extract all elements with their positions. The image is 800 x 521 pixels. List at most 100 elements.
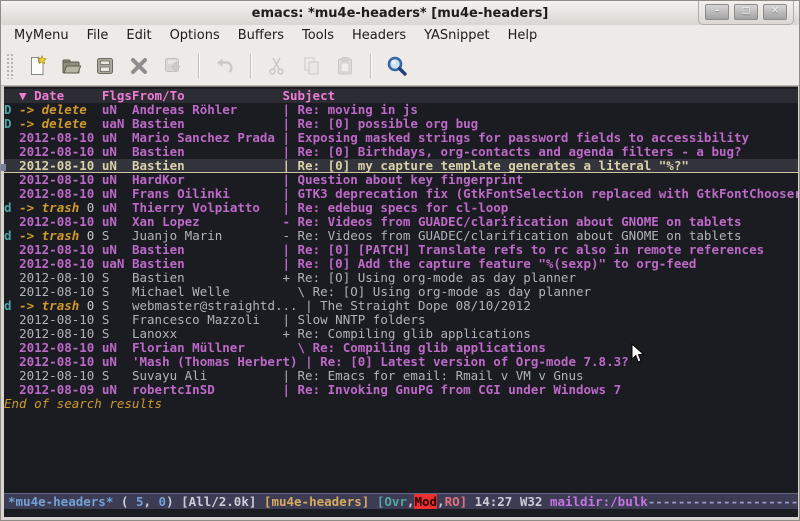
- message-row[interactable]: 2012-08-10 S Francesco Mazzoli | Slow NN…: [4, 313, 798, 327]
- flags: uN: [102, 383, 132, 397]
- title-bar[interactable]: emacs: *mu4e-headers* [mu4e-headers] –□✕: [1, 1, 799, 26]
- from: HardKor: [132, 173, 283, 187]
- flags: S: [102, 271, 132, 285]
- message-row[interactable]: d -> trash 0 uN Thierry Volpiatto | Re: …: [4, 201, 798, 215]
- minimize-button[interactable]: –: [705, 4, 729, 20]
- flags: uaN: [102, 257, 132, 271]
- menu-edit[interactable]: Edit: [117, 27, 160, 44]
- date: 2012-08-10: [19, 173, 102, 187]
- flags: uN: [102, 159, 132, 173]
- search-button[interactable]: [381, 50, 413, 82]
- mark-char: d: [4, 299, 19, 313]
- menu-headers[interactable]: Headers: [343, 27, 415, 44]
- headers-column-header[interactable]: ▼ Date FlgsFrom/To Subject: [4, 89, 798, 103]
- close-button[interactable]: ✕: [763, 4, 787, 20]
- message-row[interactable]: 2012-08-10 S Michael Welle \ Re: [O] Usi…: [4, 285, 798, 299]
- modeline-segment: ,: [143, 494, 158, 509]
- message-row[interactable]: D -> delete uaN Bastien | Re: [0] possib…: [4, 117, 798, 131]
- menu-help[interactable]: Help: [499, 27, 547, 44]
- subject: | Question about key fingerprint: [282, 173, 523, 187]
- menu-buffers[interactable]: Buffers: [229, 27, 293, 44]
- mark-char: D: [4, 117, 19, 131]
- save-button[interactable]: [89, 50, 121, 82]
- menu-file[interactable]: File: [78, 27, 118, 44]
- from: Xan Lopez: [132, 215, 283, 229]
- subject: - Re: Videos from GUADEC/clarification a…: [282, 215, 741, 229]
- maximize-button[interactable]: □: [734, 4, 758, 20]
- message-row[interactable]: 2012-08-10 uaN Bastien | Re: [0] Add the…: [4, 257, 798, 271]
- subject: | GTK3 deprecation fix (GtkFontSelection…: [282, 187, 798, 201]
- message-row[interactable]: 2012-08-10 uN HardKor | Question about k…: [4, 173, 798, 187]
- date: 2012-08-10: [19, 243, 102, 257]
- new-file-icon: [25, 54, 49, 78]
- from: Mario Sanchez Prada: [132, 131, 283, 145]
- date: 2012-08-10: [19, 369, 102, 383]
- subject: | Re: moving in js: [282, 103, 417, 117]
- toolbar-drag-handle[interactable]: [6, 53, 14, 79]
- message-row[interactable]: 2012-08-10 uN Bastien | Re: [0] my captu…: [4, 159, 798, 173]
- message-row[interactable]: 2012-08-10 uN Florian Müllner \ Re: Comp…: [4, 341, 798, 355]
- from: Francesco Mazzoli: [132, 313, 283, 327]
- mark-action: -> trash: [19, 201, 79, 215]
- message-row[interactable]: 2012-08-10 uN Mario Sanchez Prada | Expo…: [4, 131, 798, 145]
- flags: uN: [102, 215, 132, 229]
- mark-action: -> trash: [19, 299, 79, 313]
- date: 2012-08-10: [19, 257, 102, 271]
- date: 2012-08-10: [19, 187, 102, 201]
- from: Michael Welle: [132, 285, 283, 299]
- message-row[interactable]: D -> delete uN Andreas Röhler | Re: movi…: [4, 103, 798, 117]
- copy-button: [295, 50, 327, 82]
- open-folder-button[interactable]: [55, 50, 87, 82]
- flags: S: [102, 313, 132, 327]
- from: Bastien: [132, 145, 283, 159]
- message-row[interactable]: 2012-08-10 uN Bastien | Re: [0] Birthday…: [4, 145, 798, 159]
- close-button[interactable]: [123, 50, 155, 82]
- modeline-segment: [All/2.0k]: [181, 494, 264, 509]
- toolbar-separator: [370, 53, 372, 79]
- message-row[interactable]: 2012-08-10 S Bastien + Re: [O] Using org…: [4, 271, 798, 285]
- from: Bastien: [132, 159, 283, 173]
- subject: | Slow NNTP folders: [282, 313, 425, 327]
- message-row[interactable]: 2012-08-10 S Lanoxx + Re: Compiling glib…: [4, 327, 798, 341]
- subject: \ Re: Compiling glib applications: [282, 341, 545, 355]
- subject: | The Straight Dope 08/10/2012: [305, 299, 531, 313]
- message-row[interactable]: d -> trash 0 S Juanjo Marin - Re: Videos…: [4, 229, 798, 243]
- flags: uN: [102, 131, 132, 145]
- message-row[interactable]: d -> trash 0 S webmaster@straightd... | …: [4, 299, 798, 313]
- mark-char: d: [4, 229, 19, 243]
- menu-mymenu[interactable]: MyMenu: [5, 27, 78, 44]
- from: Bastien: [132, 243, 283, 257]
- message-row[interactable]: 2012-08-10 uN 'Mash (Thomas Herbert) | R…: [4, 355, 798, 369]
- date: 2012-08-10: [19, 271, 102, 285]
- end-of-search-results: End of search results: [4, 397, 798, 411]
- mu4e-headers-buffer: ▼ Date FlgsFrom/To Subject D -> delete u…: [4, 86, 798, 517]
- subject: | Re: [0] Birthdays, org-contacts and ag…: [282, 145, 741, 159]
- flags: S: [102, 229, 132, 243]
- flags: uN: [102, 243, 132, 257]
- mark-action: -> delete: [19, 103, 87, 117]
- message-row[interactable]: 2012-08-10 S Suvayu Ali | Re: Emacs for …: [4, 369, 798, 383]
- message-row[interactable]: 2012-08-09 uN robertcInSD | Re: Invoking…: [4, 383, 798, 397]
- emacs-window: emacs: *mu4e-headers* [mu4e-headers] –□✕…: [0, 0, 800, 521]
- copy-icon: [299, 54, 323, 78]
- open-folder-icon: [59, 54, 83, 78]
- from: Bastien: [132, 271, 283, 285]
- from: Florian Müllner: [132, 341, 283, 355]
- message-row[interactable]: 2012-08-10 uN Frans Oilinki | GTK3 depre…: [4, 187, 798, 201]
- menu-tools[interactable]: Tools: [293, 27, 343, 44]
- from: Bastien: [132, 117, 283, 131]
- menu-options[interactable]: Options: [161, 27, 229, 44]
- new-file-button[interactable]: [21, 50, 53, 82]
- message-list: D -> delete uN Andreas Röhler | Re: movi…: [4, 103, 798, 411]
- message-row[interactable]: 2012-08-10 uN Bastien | Re: [0] [PATCH] …: [4, 243, 798, 257]
- subject: \ Re: [O] Using org-mode as day planner: [282, 285, 591, 299]
- menu-yasnippet[interactable]: YASnippet: [415, 27, 499, 44]
- save-as-icon: [161, 54, 185, 78]
- from: webmaster@straightd...: [132, 299, 305, 313]
- date: 2012-08-10: [19, 131, 102, 145]
- mode-line[interactable]: *mu4e-headers* ( 5, 0) [All/2.0k] [mu4e-…: [4, 493, 798, 509]
- mark-action: -> trash: [19, 229, 79, 243]
- message-row[interactable]: 2012-08-10 uN Xan Lopez - Re: Videos fro…: [4, 215, 798, 229]
- search-icon: [385, 54, 409, 78]
- modeline-segment: ): [166, 494, 181, 509]
